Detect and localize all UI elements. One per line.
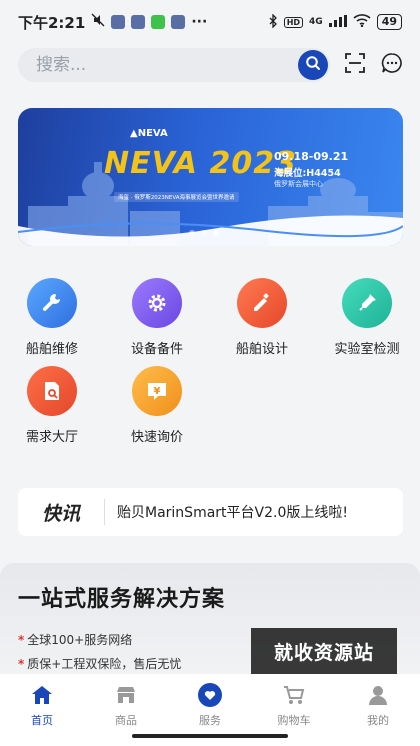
solution-point-text: 质保+工程双保险，售后无忧: [27, 657, 182, 671]
mute-icon: [91, 13, 105, 31]
tab-label: 首页: [31, 714, 53, 727]
solution-title: 一站式服务解决方案: [18, 587, 226, 612]
service-label: 需求大厅: [25, 430, 78, 445]
status-left: 下午2:21 ···: [18, 12, 207, 33]
pagination-dot[interactable]: [189, 230, 195, 236]
banner-wave-decoration: [18, 215, 403, 246]
promo-banner[interactable]: ▲NEVA NEVA 2023 海玺 · 俄罗斯2023NEVA海事展览会暨世界…: [18, 108, 403, 246]
gear-icon: [132, 278, 182, 328]
wechat-icon: [151, 15, 166, 29]
service-lab-testing[interactable]: 实验室检测: [327, 278, 407, 357]
service-label: 船舶设计: [235, 342, 288, 357]
service-label: 设备备件: [130, 342, 183, 357]
profile-icon: [365, 682, 391, 708]
tab-label: 商品: [115, 714, 137, 727]
status-time: 下午2:21: [18, 13, 86, 32]
tab-label: 我的: [367, 714, 389, 727]
service-ship-design[interactable]: 船舶设计: [222, 278, 302, 357]
cart-icon: [281, 682, 307, 708]
wrench-icon: [27, 278, 77, 328]
solution-point-text: 全球100+服务网络: [27, 633, 133, 647]
store-icon: [113, 682, 139, 708]
service-quick-quote[interactable]: ¥ 快速询价: [117, 366, 197, 445]
document-search-icon: [27, 366, 77, 416]
service-label: 快速询价: [130, 430, 183, 445]
app-notification-icon: [171, 15, 186, 29]
banner-brand: ▲NEVA: [130, 128, 168, 139]
scan-button[interactable]: [342, 52, 367, 78]
service-ship-repair[interactable]: 船舶维修: [12, 278, 92, 357]
banner-brand-text: NEVA: [137, 128, 168, 139]
svg-text:¥: ¥: [154, 386, 161, 397]
news-text: 贻贝MarinSmart平台V2.0版上线啦!: [117, 505, 348, 521]
tab-profile[interactable]: 我的: [336, 674, 420, 746]
watermark-overlay: 就收资源站: [251, 628, 397, 674]
more-notifications-icon: ···: [191, 14, 208, 30]
search-box[interactable]: [18, 48, 331, 82]
banner-pagination: [189, 230, 219, 236]
banner-booth: 海展位:H4454: [274, 168, 341, 179]
scan-icon: [344, 52, 366, 78]
banner-venue: 俄罗斯会展中心: [274, 180, 323, 188]
status-bar: 下午2:21 ··· HD 4G 49: [0, 0, 420, 44]
dropper-icon: [342, 278, 392, 328]
home-icon: [29, 682, 55, 708]
tab-label: 购物车: [277, 714, 311, 727]
news-tag: 快讯: [41, 502, 80, 525]
service-label: 实验室检测: [334, 342, 400, 357]
solution-point: * 全球100+服务网络: [18, 633, 133, 647]
app-notification-icon: [111, 15, 126, 29]
app-notification-icon: [131, 15, 146, 29]
battery-level: 49: [376, 14, 402, 30]
search-input[interactable]: [34, 54, 288, 76]
bluetooth-icon: [268, 12, 278, 31]
banner-title: NEVA 2023: [104, 146, 297, 181]
banner-dates: 09.18-09.21: [274, 150, 349, 163]
banner-subline: 海玺 · 俄罗斯2023NEVA海事展览会暨世界邀请: [114, 192, 239, 202]
search-icon: [305, 55, 321, 75]
banner-title-prefix: NEVA: [104, 146, 198, 181]
pencil-ruler-icon: [237, 278, 287, 328]
service-label: 船舶维修: [25, 342, 78, 357]
solution-point: * 质保+工程双保险，售后无忧: [18, 657, 182, 671]
status-right: HD 4G 49: [268, 12, 402, 31]
search-row: [18, 47, 404, 83]
chat-bubble-icon: [381, 52, 403, 78]
service-demand-hall[interactable]: 需求大厅: [12, 366, 92, 445]
signal-icon: [328, 14, 347, 30]
pagination-dot-active[interactable]: [213, 230, 219, 236]
search-button[interactable]: [298, 50, 329, 80]
tab-label: 服务: [199, 714, 221, 727]
tab-home[interactable]: 首页: [0, 674, 84, 746]
price-tag-icon: ¥: [132, 366, 182, 416]
hd-icon: HD: [283, 16, 304, 28]
network-label: 4G: [309, 17, 323, 27]
home-indicator[interactable]: [132, 734, 288, 738]
pagination-dot[interactable]: [201, 230, 207, 236]
news-ticker[interactable]: 快讯 贻贝MarinSmart平台V2.0版上线啦!: [18, 488, 403, 536]
service-icon: [197, 682, 223, 708]
service-spare-parts[interactable]: 设备备件: [117, 278, 197, 357]
wifi-icon: [353, 14, 371, 30]
message-button[interactable]: [379, 52, 404, 78]
